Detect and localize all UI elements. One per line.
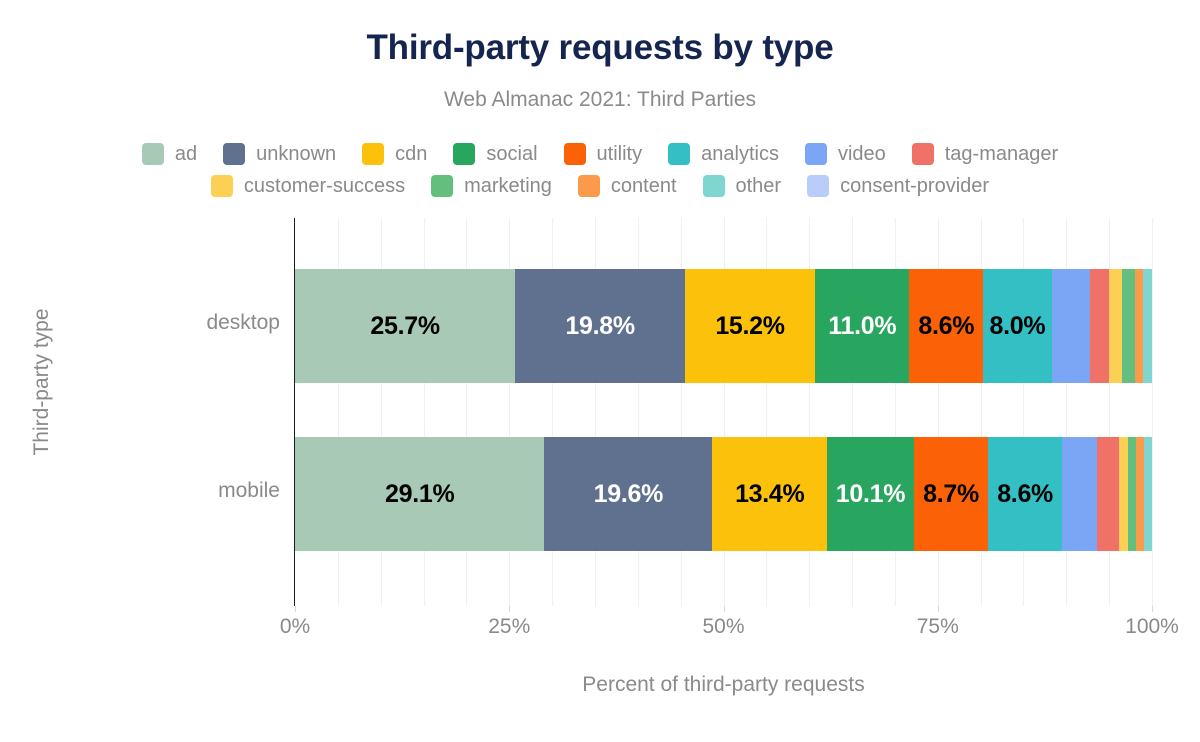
bar-segment-desktop-utility[interactable]: 8.6% bbox=[909, 269, 984, 383]
x-axis-title: Percent of third-party requests bbox=[582, 673, 865, 696]
bar-segment-value-mobile-unknown: 19.6% bbox=[593, 479, 664, 508]
bar-segment-desktop-video[interactable] bbox=[1051, 269, 1091, 383]
bar-segment-mobile-other[interactable] bbox=[1144, 437, 1152, 551]
x-tick-mark bbox=[937, 606, 939, 612]
bar-segment-mobile-analytics[interactable]: 8.6% bbox=[988, 437, 1062, 551]
bar-segment-desktop-customer-success[interactable] bbox=[1109, 269, 1122, 383]
bar-segment-desktop-cdn[interactable]: 15.2% bbox=[684, 269, 816, 383]
plot-area: 25.7% 19.8% 15.2% 11.0% 8.6% 8.0% 29.1% 19.6% 1… bbox=[295, 218, 1153, 606]
y-tick-label-desktop: desktop bbox=[206, 311, 280, 334]
x-tick-label: 50% bbox=[702, 615, 745, 638]
y-axis-title: Third-party type bbox=[30, 308, 53, 456]
x-tick-mark bbox=[723, 606, 725, 612]
stacked-bar-desktop: 25.7% 19.8% 15.2% 11.0% 8.6% 8.0% bbox=[295, 269, 1152, 383]
x-tick-label: 0% bbox=[279, 615, 311, 638]
bar-segment-mobile-content[interactable] bbox=[1136, 437, 1145, 551]
bar-segment-mobile-cdn[interactable]: 13.4% bbox=[712, 437, 828, 551]
bar-segment-mobile-tag-manager[interactable] bbox=[1097, 437, 1119, 551]
bar-segment-desktop-ad[interactable]: 25.7% bbox=[295, 269, 516, 383]
bar-segment-mobile-marketing[interactable] bbox=[1127, 437, 1137, 551]
bar-segment-mobile-social[interactable]: 10.1% bbox=[827, 437, 914, 551]
x-tick-mark bbox=[509, 606, 511, 612]
plot-wrapper: Third-party type desktop mobile 25.7% 19.… bbox=[0, 0, 1200, 742]
bar-segment-value-desktop-utility: 8.6% bbox=[918, 311, 975, 340]
bar-segment-desktop-social[interactable]: 11.0% bbox=[815, 269, 910, 383]
bar-segment-mobile-video[interactable] bbox=[1061, 437, 1098, 551]
bar-segment-value-desktop-cdn: 15.2% bbox=[715, 311, 785, 340]
bar-segment-value-desktop-unknown: 19.8% bbox=[565, 311, 635, 340]
gridline bbox=[1152, 218, 1153, 606]
x-tick-label: 75% bbox=[916, 615, 959, 638]
x-tick-mark bbox=[295, 606, 296, 612]
stacked-bar-mobile: 29.1% 19.6% 13.4% 10.1% 8.7% 8.6% bbox=[295, 437, 1152, 551]
bar-segment-value-mobile-cdn: 13.4% bbox=[735, 479, 805, 508]
bar-segment-desktop-analytics[interactable]: 8.0% bbox=[983, 269, 1052, 383]
y-tick-label-mobile: mobile bbox=[218, 479, 280, 502]
bar-segment-value-mobile-analytics: 8.6% bbox=[997, 479, 1053, 508]
bar-segment-value-desktop-analytics: 8.0% bbox=[989, 311, 1046, 340]
bar-segment-value-mobile-utility: 8.7% bbox=[923, 479, 979, 508]
bar-segment-desktop-content[interactable] bbox=[1134, 269, 1144, 383]
bar-segment-mobile-utility[interactable]: 8.7% bbox=[913, 437, 989, 551]
x-tick-label: 25% bbox=[488, 615, 531, 638]
x-tick-mark bbox=[1152, 606, 1153, 612]
bar-segment-mobile-unknown[interactable]: 19.6% bbox=[544, 437, 713, 551]
bar-segment-desktop-marketing[interactable] bbox=[1121, 269, 1135, 383]
bar-segment-mobile-ad[interactable]: 29.1% bbox=[295, 437, 545, 551]
bar-segment-value-mobile-social: 10.1% bbox=[835, 479, 906, 508]
bar-segment-value-desktop-social: 11.0% bbox=[828, 311, 897, 340]
bar-segment-mobile-customer-success[interactable] bbox=[1118, 437, 1128, 551]
bar-segment-value-desktop-ad: 25.7% bbox=[370, 311, 440, 340]
bar-segment-value-mobile-ad: 29.1% bbox=[384, 479, 455, 508]
bar-segment-desktop-unknown[interactable]: 19.8% bbox=[515, 269, 685, 383]
bar-segment-desktop-other[interactable] bbox=[1143, 269, 1152, 383]
x-tick-label: 100% bbox=[1125, 615, 1179, 638]
bar-segment-desktop-tag-manager[interactable] bbox=[1090, 269, 1110, 383]
